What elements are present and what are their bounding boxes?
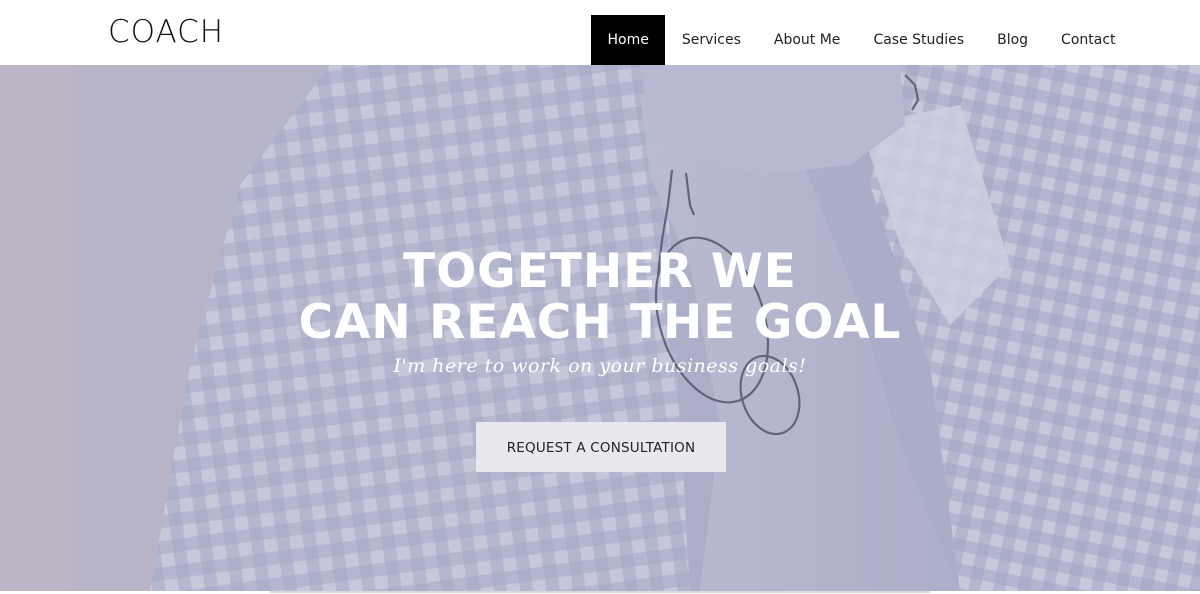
hero-section: TOGETHER WE CAN REACH THE GOAL I'm here … [0,65,1200,591]
nav-item-contact[interactable]: Contact [1045,15,1132,65]
section-divider [270,591,930,593]
site-logo[interactable]: COACH [108,13,224,51]
nav-item-about-me[interactable]: About Me [757,15,857,65]
nav-item-services[interactable]: Services [665,15,757,65]
hero-title-line-2: CAN REACH THE GOAL [298,295,902,350]
nav-item-blog[interactable]: Blog [981,15,1045,65]
nav-item-home[interactable]: Home [591,15,666,65]
request-consultation-button[interactable]: REQUEST A CONSULTATION [476,422,726,472]
site-header: COACH Home Services About Me Case Studie… [0,0,1200,65]
hero-subtitle: I'm here to work on your business goals! [393,355,807,377]
hero-title: TOGETHER WE CAN REACH THE GOAL [0,246,1200,348]
nav-item-case-studies[interactable]: Case Studies [857,15,981,65]
main-nav: Home Services About Me Case Studies Blog… [591,15,1132,65]
hero-title-line-1: TOGETHER WE [403,244,797,299]
